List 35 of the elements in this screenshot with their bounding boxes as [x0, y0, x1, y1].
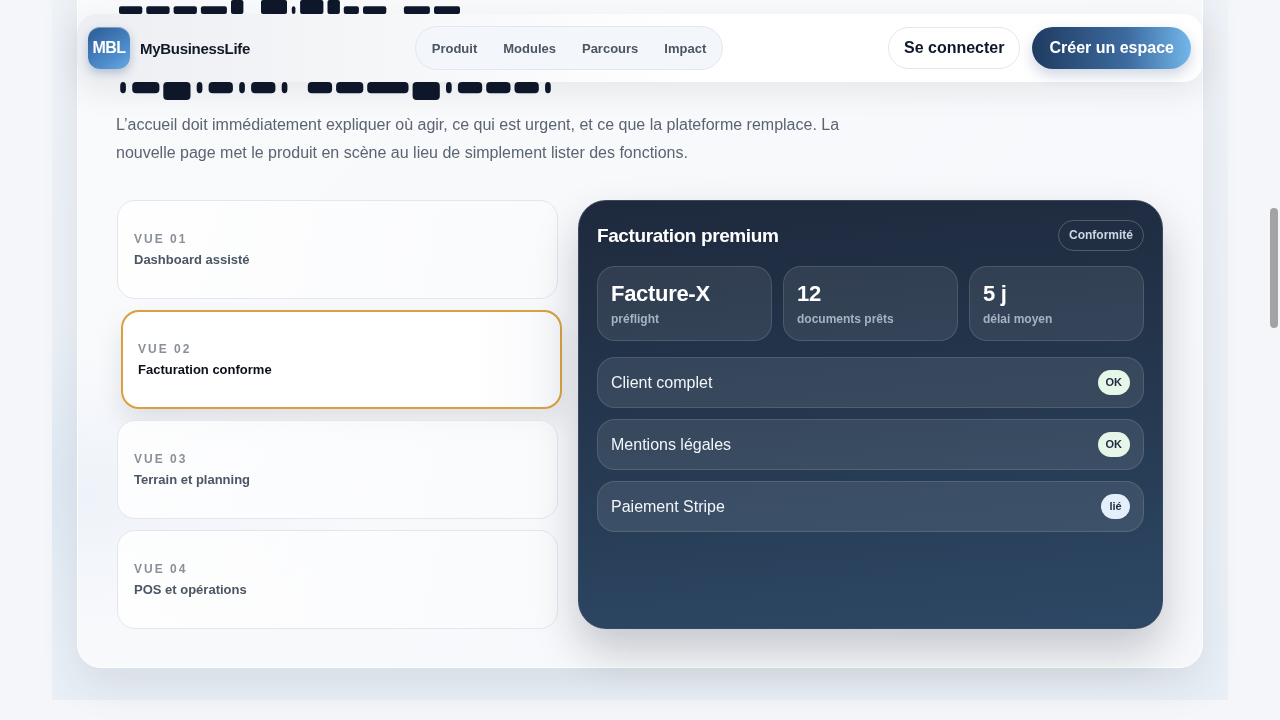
view-title: Facturation conforme	[138, 361, 273, 378]
create-space-button[interactable]: Créer un espace	[1032, 27, 1191, 69]
status-pill: OK	[1097, 370, 1130, 395]
nav-link[interactable]: Impact	[664, 40, 707, 56]
view-card[interactable]: VUE 01 Dashboard assisté	[117, 200, 558, 299]
stat-label: documents prêts	[797, 311, 895, 327]
stat-value: Facture-X	[611, 281, 711, 307]
nav-link[interactable]: Produit	[431, 40, 478, 56]
view-title: Terrain et planning	[134, 471, 252, 488]
stat-label: préflight	[611, 311, 660, 327]
view-label: VUE 03	[134, 451, 189, 466]
view-label: VUE 01	[134, 231, 189, 246]
check-label: Mentions légales	[611, 435, 732, 454]
view-card[interactable]: VUE 03 Terrain et planning	[117, 420, 558, 519]
intro-text: L’accueil doit immédiatement expliquer où agir, ce qui est urgent, et ce que la plateforme remplace. La nouvelle page met le produit en scène au lieu de simplement lister des fonctions.	[116, 115, 841, 163]
view-label: VUE 02	[138, 341, 193, 356]
view-title: Dashboard assisté	[134, 251, 251, 268]
nav-link[interactable]: Modules	[503, 40, 556, 56]
stat-value: 5 j	[983, 281, 1008, 307]
view-label: VUE 04	[134, 561, 189, 576]
panel-title: Facturation premium	[597, 224, 779, 247]
view-card[interactable]: VUE 04 POS et opérations	[117, 530, 558, 629]
check-label: Client complet	[611, 373, 713, 392]
status-pill: OK	[1097, 432, 1130, 457]
status-pill: lié	[1101, 494, 1130, 519]
logo-mark[interactable]: MBL	[88, 27, 130, 69]
login-button[interactable]: Se connecter	[888, 27, 1021, 69]
nav-link[interactable]: Parcours	[581, 40, 639, 56]
stat-value: 12	[797, 281, 822, 307]
brand-name: MyBusinessLife	[140, 39, 250, 57]
scrollbar-thumb[interactable]	[1270, 208, 1278, 328]
check-label: Paiement Stripe	[611, 497, 725, 516]
view-title: POS et opérations	[134, 581, 248, 598]
view-card[interactable]: VUE 02 Facturation conforme	[121, 310, 562, 409]
stat-label: délai moyen	[983, 311, 1054, 327]
